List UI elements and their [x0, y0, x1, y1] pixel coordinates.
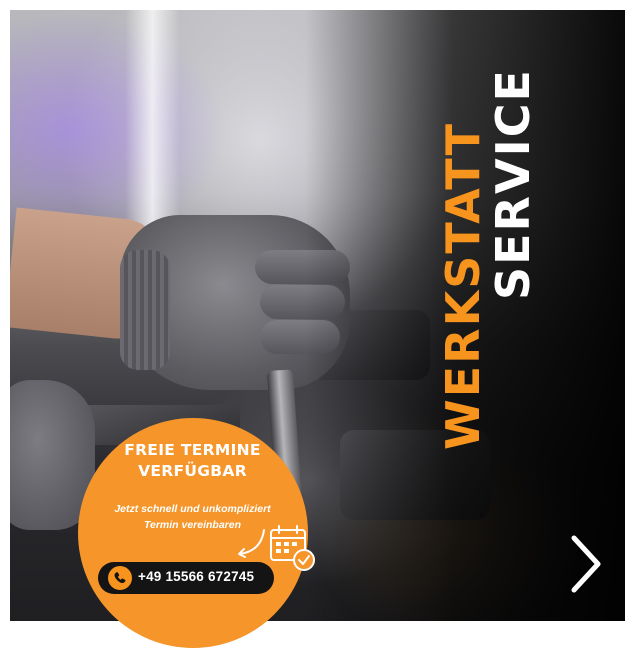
badge-subtitle-line1: Jetzt schnell und unkompliziert	[114, 503, 271, 515]
phone-icon	[108, 566, 132, 590]
phone-number[interactable]: +49 15566 672745	[138, 569, 254, 584]
badge-title: FREIE TERMINE VERFÜGBAR	[100, 440, 285, 482]
chevron-right-icon[interactable]	[566, 532, 606, 596]
badge-title-line2: VERFÜGBAR	[138, 462, 247, 480]
headline-werkstatt: WERKSTATT	[436, 121, 490, 450]
badge-title-line1: FREIE TERMINE	[124, 441, 261, 459]
calendar-check-icon	[270, 525, 315, 571]
headline-service: SERVICE	[486, 68, 540, 300]
curved-arrow-icon	[238, 529, 265, 558]
